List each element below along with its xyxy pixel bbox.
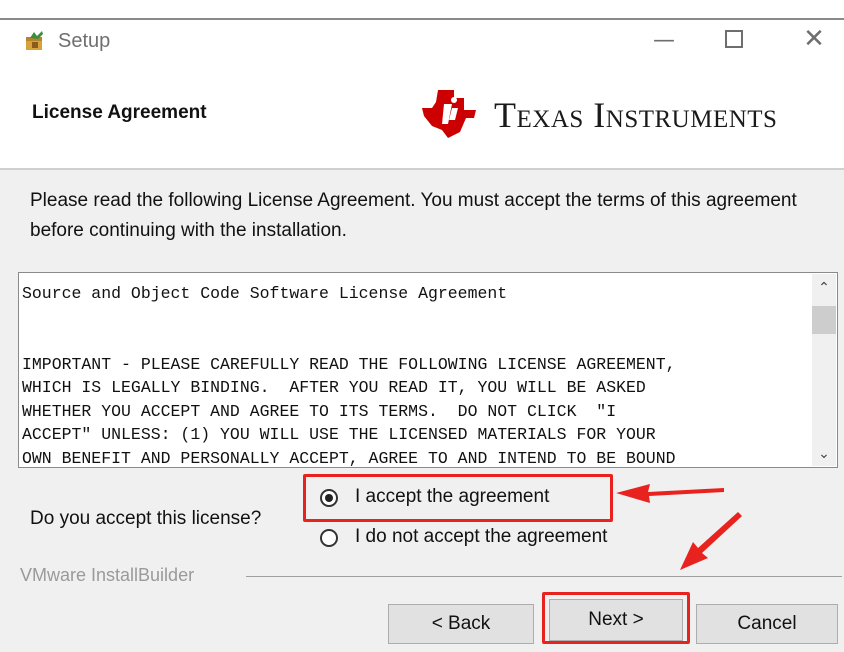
divider [246,576,842,577]
maximize-icon[interactable] [725,30,743,48]
page-title: License Agreement [32,102,207,123]
ti-logo-icon [422,90,476,138]
brand-name: Texas Instruments [494,95,778,135]
license-text: Source and Object Code Software License … [22,284,676,468]
title-bar [0,18,844,64]
minimize-icon[interactable]: — [650,28,678,54]
next-highlight-box [542,592,690,644]
accept-question: Do you accept this license? [30,508,262,529]
accept-highlight-box [303,474,613,522]
scroll-up-icon[interactable]: ⌃ [812,278,836,298]
close-icon[interactable]: ✕ [800,24,828,54]
scroll-down-icon[interactable]: ⌄ [812,444,836,464]
scroll-thumb[interactable] [812,306,836,334]
back-button[interactable]: < Back [388,604,534,644]
decline-radio[interactable] [320,529,338,547]
window-title: Setup [58,30,111,52]
cancel-button[interactable]: Cancel [696,604,838,644]
builder-label: VMware InstallBuilder [20,565,195,585]
decline-radio-label[interactable]: I do not accept the agreement [355,526,607,548]
intro-text: Please read the following License Agreem… [30,190,797,241]
scrollbar[interactable] [812,274,836,466]
app-icon [26,31,43,50]
